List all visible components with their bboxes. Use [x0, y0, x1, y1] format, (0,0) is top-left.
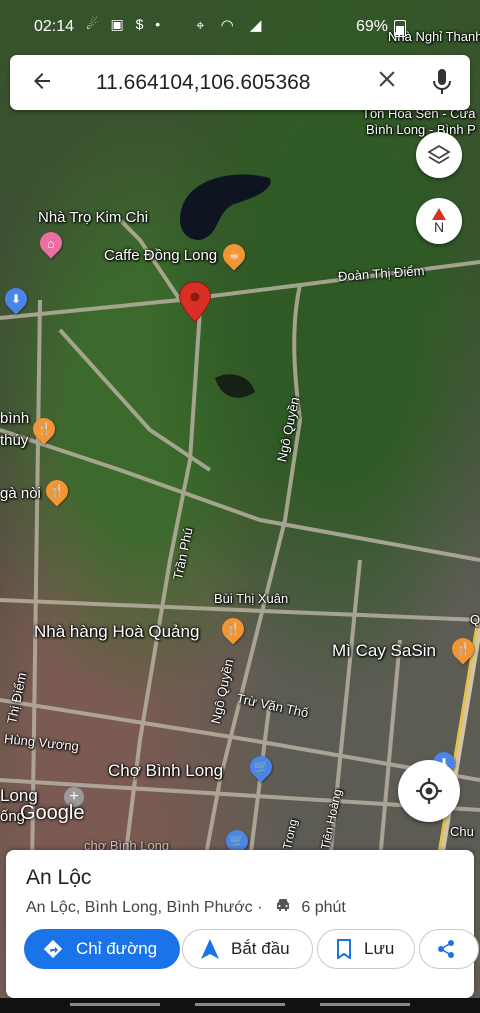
system-nav-bar [0, 998, 480, 1013]
share-button[interactable] [419, 929, 479, 969]
sim-icon: ▣ [110, 16, 128, 32]
currency-icon: $ [135, 16, 148, 32]
back-arrow-icon[interactable] [30, 69, 54, 100]
layers-button[interactable] [416, 132, 462, 178]
separator: · [257, 899, 263, 916]
dot-icon: • [155, 16, 165, 32]
battery-level: 69% [355, 18, 388, 35]
map-label-caffe[interactable]: Caffe Đồng Long [104, 247, 217, 264]
location-icon: ⌖ [196, 17, 211, 34]
map-label-ga-noi: gà nòi [0, 485, 41, 502]
place-subtitle: An Lộc, Bình Long, Bình Phước · 6 phút [26, 898, 346, 917]
signal-icon: ◢ [249, 17, 268, 34]
layers-icon [427, 144, 451, 165]
directions-button[interactable]: Chỉ đường [24, 929, 180, 969]
google-logo: Google [20, 802, 85, 824]
directions-icon [42, 938, 64, 960]
search-bar [10, 55, 470, 110]
location-pin[interactable] [179, 281, 211, 323]
map-label-hoa-sen-2: Bình Long - Bình P [366, 122, 476, 137]
place-sheet[interactable]: An Lộc An Lộc, Bình Long, Bình Phước · 6… [6, 850, 479, 998]
travel-time: 6 phút [301, 899, 346, 916]
my-location-icon [416, 778, 442, 804]
map-label-mi-cay[interactable]: Mì Cay SaSin [332, 641, 436, 661]
save-label: Lưu [364, 939, 395, 958]
bookmark-icon [336, 939, 352, 959]
nav-home-gesture[interactable] [195, 1003, 285, 1006]
wifi-icon: ◠ [220, 17, 240, 34]
messenger-icon: ☄ [86, 16, 103, 32]
share-icon [436, 939, 456, 959]
status-time: 02:14 [34, 18, 75, 35]
status-system-icons: ⌖ ◠ ◢ [196, 16, 267, 34]
place-address: An Lộc, Bình Long, Bình Phước [26, 899, 253, 916]
nav-recents-gesture[interactable] [320, 1003, 410, 1006]
map-label-nha-hang[interactable]: Nhà hàng Hoà Quảng [34, 622, 199, 642]
save-button[interactable]: Lưu [317, 929, 415, 969]
status-bar: 02:14 ☄ ▣ $ • ⌖ ◠ ◢ 69% [0, 0, 480, 58]
street-bui-thi-xuan: Bùi Thị Xuân [214, 591, 289, 606]
map-label-cho-binh-long[interactable]: Chợ Bình Long [108, 761, 223, 781]
map-label-binh: bình [0, 410, 30, 427]
place-name: An Lộc [26, 866, 92, 889]
my-location-button[interactable] [398, 760, 460, 822]
start-label: Bắt đầu [231, 939, 290, 958]
battery-icon [394, 20, 406, 37]
map-label-thuy: thúy [0, 432, 29, 449]
status-notification-icons: ☄ ▣ $ • [86, 16, 164, 33]
mic-icon[interactable] [430, 67, 454, 97]
compass-letter: N [433, 219, 445, 235]
clear-search-icon[interactable] [374, 66, 400, 99]
nav-back-gesture[interactable] [70, 1003, 160, 1006]
car-icon [275, 898, 291, 917]
start-button[interactable]: Bắt đầu [182, 929, 313, 969]
compass-button[interactable]: N [416, 198, 462, 244]
map-label-q: Q [470, 612, 480, 627]
map-label-nha-tro[interactable]: Nhà Trọ Kim Chi [38, 209, 148, 226]
search-input[interactable] [94, 67, 368, 99]
map-label-chu: Chu [450, 824, 474, 839]
directions-label: Chỉ đường [76, 939, 158, 958]
navigation-arrow-icon [201, 939, 219, 959]
